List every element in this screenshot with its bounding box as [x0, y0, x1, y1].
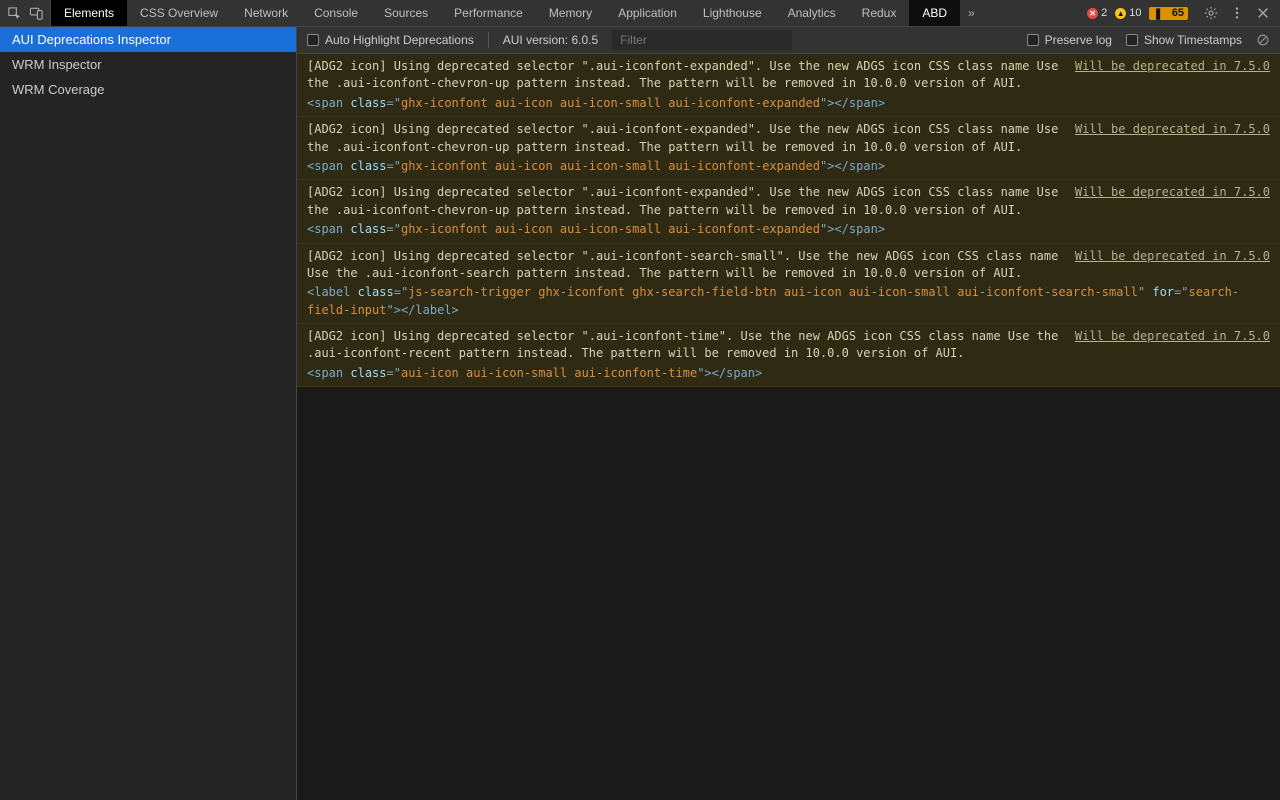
code-snippet[interactable]: <span class="ghx-iconfont aui-icon aui-i… [307, 221, 1270, 238]
tab-redux[interactable]: Redux [849, 0, 910, 26]
deprecation-message[interactable]: [ADG2 icon] Using deprecated selector ".… [297, 180, 1280, 243]
error-count-badge[interactable]: ✕ 2 [1087, 7, 1107, 19]
clear-icon[interactable] [1256, 33, 1270, 47]
tab-css-overview[interactable]: CSS Overview [127, 0, 231, 26]
tab-memory[interactable]: Memory [536, 0, 605, 26]
error-count: 2 [1101, 7, 1107, 19]
deprecation-version-link[interactable]: Will be deprecated in 7.5.0 [1075, 248, 1270, 283]
tabbar-left-tools [0, 0, 51, 26]
close-icon[interactable] [1256, 6, 1270, 20]
message-text: [ADG2 icon] Using deprecated selector ".… [307, 121, 1063, 156]
tab-sources[interactable]: Sources [371, 0, 441, 26]
gear-icon[interactable] [1204, 6, 1218, 20]
kebab-icon[interactable] [1230, 6, 1244, 20]
tabs-overflow-icon[interactable]: » [960, 0, 983, 27]
tab-abd[interactable]: ABD [909, 0, 960, 26]
message-text: [ADG2 icon] Using deprecated selector ".… [307, 58, 1063, 93]
tab-network[interactable]: Network [231, 0, 301, 26]
deprecation-message[interactable]: [ADG2 icon] Using deprecated selector ".… [297, 244, 1280, 325]
code-snippet[interactable]: <span class="ghx-iconfont aui-icon aui-i… [307, 158, 1270, 175]
code-snippet[interactable]: <span class="aui-icon aui-icon-small aui… [307, 365, 1270, 382]
sidebar: AUI Deprecations InspectorWRM InspectorW… [0, 27, 297, 800]
show-timestamps-label: Show Timestamps [1144, 33, 1242, 47]
info-count: 65 [1172, 7, 1184, 19]
preserve-log-checkbox[interactable]: Preserve log [1027, 33, 1112, 47]
deprecation-version-link[interactable]: Will be deprecated in 7.5.0 [1075, 184, 1270, 219]
info-icon: ❚ [1153, 7, 1162, 20]
auto-highlight-checkbox[interactable]: Auto Highlight Deprecations [307, 33, 474, 47]
sidebar-item-aui-deprecations-inspector[interactable]: AUI Deprecations Inspector [0, 27, 296, 52]
device-toggle-icon[interactable] [28, 5, 44, 21]
code-snippet[interactable]: <span class="ghx-iconfont aui-icon aui-i… [307, 95, 1270, 112]
aui-version-label: AUI version: 6.0.5 [503, 33, 598, 47]
tab-lighthouse[interactable]: Lighthouse [690, 0, 775, 26]
sidebar-item-wrm-coverage[interactable]: WRM Coverage [0, 77, 296, 102]
checkbox-box-icon [307, 34, 319, 46]
warning-count: 10 [1129, 7, 1141, 19]
sidebar-item-wrm-inspector[interactable]: WRM Inspector [0, 52, 296, 77]
panel-tabs: ElementsCSS OverviewNetworkConsoleSource… [51, 0, 960, 26]
inspect-icon[interactable] [6, 5, 22, 21]
error-icon: ✕ [1087, 8, 1098, 19]
messages-list: [ADG2 icon] Using deprecated selector ".… [297, 54, 1280, 800]
info-count-badge[interactable]: ❚ 65 [1149, 7, 1188, 20]
main-split: AUI Deprecations InspectorWRM InspectorW… [0, 27, 1280, 800]
checkbox-box-icon [1027, 34, 1039, 46]
warning-count-badge[interactable]: ▲ 10 [1115, 7, 1141, 19]
tab-elements[interactable]: Elements [51, 0, 127, 26]
content-toolbar: Auto Highlight Deprecations AUI version:… [297, 27, 1280, 54]
deprecation-version-link[interactable]: Will be deprecated in 7.5.0 [1075, 121, 1270, 156]
deprecation-version-link[interactable]: Will be deprecated in 7.5.0 [1075, 58, 1270, 93]
tab-console[interactable]: Console [301, 0, 371, 26]
filter-input[interactable] [612, 30, 792, 50]
tab-analytics[interactable]: Analytics [775, 0, 849, 26]
deprecation-message[interactable]: [ADG2 icon] Using deprecated selector ".… [297, 324, 1280, 387]
content-pane: Auto Highlight Deprecations AUI version:… [297, 27, 1280, 800]
warning-icon: ▲ [1115, 8, 1126, 19]
preserve-log-label: Preserve log [1045, 33, 1112, 47]
devtools-tabbar: ElementsCSS OverviewNetworkConsoleSource… [0, 0, 1280, 27]
tabbar-right-icons [1194, 0, 1280, 26]
deprecation-message[interactable]: [ADG2 icon] Using deprecated selector ".… [297, 117, 1280, 180]
tab-application[interactable]: Application [605, 0, 690, 26]
auto-highlight-label: Auto Highlight Deprecations [325, 33, 474, 47]
tab-performance[interactable]: Performance [441, 0, 536, 26]
deprecation-message[interactable]: [ADG2 icon] Using deprecated selector ".… [297, 54, 1280, 117]
toolbar-separator [488, 32, 489, 48]
checkbox-box-icon [1126, 34, 1138, 46]
message-text: [ADG2 icon] Using deprecated selector ".… [307, 248, 1063, 283]
message-text: [ADG2 icon] Using deprecated selector ".… [307, 328, 1063, 363]
show-timestamps-checkbox[interactable]: Show Timestamps [1126, 33, 1242, 47]
status-badges[interactable]: ✕ 2 ▲ 10 ❚ 65 [1081, 0, 1194, 26]
message-text: [ADG2 icon] Using deprecated selector ".… [307, 184, 1063, 219]
deprecation-version-link[interactable]: Will be deprecated in 7.5.0 [1075, 328, 1270, 363]
code-snippet[interactable]: <label class="js-search-trigger ghx-icon… [307, 284, 1270, 319]
